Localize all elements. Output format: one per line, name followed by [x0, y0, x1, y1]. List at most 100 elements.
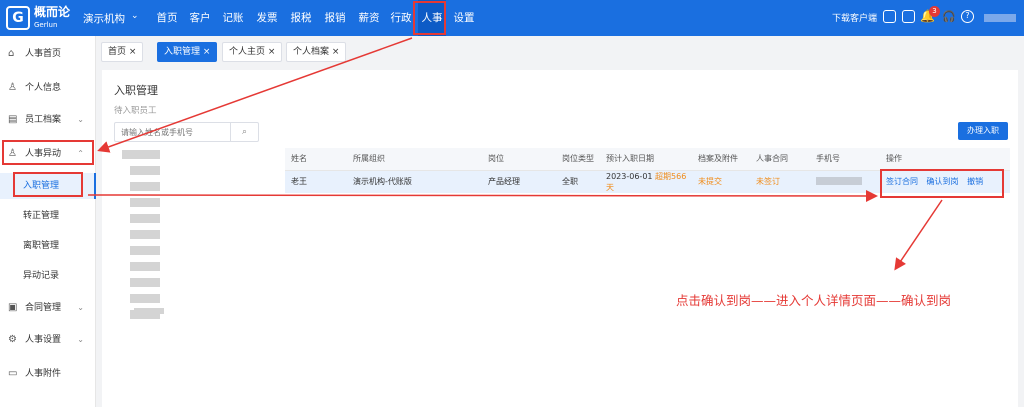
sidebar-item-contracts[interactable]: ▣ 合同管理 ⌄	[0, 295, 96, 321]
column-header: 人事合同	[750, 148, 810, 171]
column-header: 档案及附件	[692, 148, 750, 171]
notification-badge: 3	[929, 6, 940, 17]
nav-bookkeeping[interactable]: 记账	[218, 0, 248, 36]
scan-icon[interactable]	[883, 10, 896, 23]
cell-type: 全职	[556, 170, 600, 193]
top-navigation-bar: G 概而论 Gerlun 演示机构 ⌄ 首页 客户 记账 发票 报税 报销 薪资…	[0, 0, 1024, 36]
blurred-list-item[interactable]	[130, 262, 160, 271]
tab-label: 首页	[108, 47, 127, 57]
user-name-blurred[interactable]	[984, 14, 1016, 22]
blurred-list-item[interactable]	[130, 214, 160, 223]
home-icon: ⌂	[8, 48, 15, 59]
sidebar-item-label: 人事设置	[25, 335, 62, 345]
cell-archive: 未提交	[692, 170, 750, 193]
blurred-list-item[interactable]	[130, 198, 160, 207]
contract-icon: ▣	[8, 302, 18, 313]
sidebar-item-label: 人事附件	[25, 369, 62, 379]
brand-name-en: Gerlun	[34, 21, 58, 29]
tab-label: 个人档案	[293, 47, 330, 57]
tab-personal-home[interactable]: 个人主页 ×	[222, 42, 283, 62]
table-header: 姓名 所属组织 岗位 岗位类型 预计入职日期 档案及附件 人事合同 手机号 操作	[285, 148, 1010, 171]
tab-label: 个人主页	[229, 47, 266, 57]
blurred-list-item[interactable]	[130, 230, 160, 239]
sidebar-item-label: 个人信息	[25, 83, 62, 93]
highlight-box	[2, 140, 94, 165]
cell-contract: 未签订	[750, 170, 810, 193]
sidebar-item-attachments[interactable]: ▭ 人事附件	[0, 361, 96, 387]
cell-post: 产品经理	[482, 170, 556, 193]
headset-icon[interactable]: 🎧	[942, 10, 956, 23]
nav-customer[interactable]: 客户	[186, 0, 214, 36]
sidebar: ⌂ 人事首页 ♙ 个人信息 ▤ 员工档案 ⌄ ♙ 人事异动 ⌃ 入职管理 转正管理 离职管理…	[0, 36, 96, 407]
tab-onboarding[interactable]: 入职管理 ×	[157, 42, 218, 62]
organization-selector[interactable]: 演示机构	[83, 11, 125, 26]
tab-home[interactable]: 首页 ×	[101, 42, 144, 62]
sidebar-item-regularization[interactable]: 转正管理	[0, 203, 96, 229]
highlight-box	[880, 169, 1004, 198]
blurred-list-item[interactable]	[122, 150, 160, 159]
search-icon[interactable]: ⌕	[230, 123, 258, 141]
annotation-text: 点击确认到岗——进入个人详情页面——确认到岗	[676, 293, 952, 308]
nav-tax[interactable]: 报税	[286, 0, 316, 36]
sidebar-item-resignation[interactable]: 离职管理	[0, 233, 96, 259]
blurred-list-item[interactable]	[130, 294, 160, 303]
column-header: 姓名	[285, 148, 347, 171]
archive-icon: ▤	[8, 114, 18, 125]
blurred-list-item[interactable]	[130, 246, 160, 255]
highlight-box	[13, 172, 83, 197]
page-title: 入职管理	[114, 84, 158, 97]
nav-salary[interactable]: 薪资	[354, 0, 384, 36]
tab-personal-archive[interactable]: 个人档案 ×	[286, 42, 347, 62]
column-header: 所属组织	[347, 148, 482, 171]
phone-blurred	[816, 176, 862, 185]
cell-phone	[810, 170, 880, 193]
folder-icon: ▭	[8, 368, 18, 379]
date-value: 2023-06-01	[606, 171, 653, 181]
nav-home[interactable]: 首页	[150, 0, 184, 36]
column-header: 岗位	[482, 148, 556, 171]
column-header: 岗位类型	[556, 148, 600, 171]
nav-invoice[interactable]: 发票	[252, 0, 282, 36]
column-header: 手机号	[810, 148, 880, 171]
gear-icon: ⚙	[8, 334, 17, 345]
column-header: 操作	[880, 148, 1010, 171]
blurred-list-item[interactable]	[130, 166, 160, 175]
sidebar-item-label: 人事首页	[25, 49, 62, 59]
chevron-down-icon: ⌄	[77, 115, 84, 124]
chevron-down-icon: ⌄	[77, 303, 84, 312]
sidebar-item-employee-archive[interactable]: ▤ 员工档案 ⌄	[0, 107, 96, 133]
search-box: ⌕	[114, 122, 259, 142]
nav-admin[interactable]: 行政	[386, 0, 416, 36]
help-icon[interactable]: ?	[961, 10, 974, 23]
sidebar-item-label: 离职管理	[23, 241, 60, 251]
sidebar-item-change-records[interactable]: 异动记录	[0, 263, 96, 289]
blurred-list-item[interactable]	[134, 308, 164, 314]
blurred-list-item[interactable]	[130, 278, 160, 287]
nav-reimburse[interactable]: 报销	[320, 0, 350, 36]
handle-onboarding-button[interactable]: 办理入职	[958, 122, 1008, 140]
column-header: 预计入职日期	[600, 148, 692, 171]
main-card: 入职管理 待入职员工 ⌕ 办理入职 姓名 所属组织 岗位 岗位类型 预计入职日期…	[102, 70, 1018, 407]
sidebar-item-label: 异动记录	[23, 271, 60, 281]
sidebar-item-hr-home[interactable]: ⌂ 人事首页	[0, 41, 96, 67]
sidebar-item-label: 员工档案	[25, 115, 62, 125]
tab-label: 入职管理	[164, 47, 201, 57]
cell-name: 老王	[285, 170, 347, 193]
download-client-link[interactable]: 下载客户端	[832, 11, 877, 24]
cell-date: 2023-06-01 超期566天	[600, 170, 692, 193]
sidebar-item-hr-settings[interactable]: ⚙ 人事设置 ⌄	[0, 327, 96, 353]
search-input[interactable]	[115, 123, 230, 141]
cell-org: 演示机构-代账版	[347, 170, 482, 193]
chevron-down-icon[interactable]: ⌄	[131, 11, 139, 21]
sidebar-item-label: 合同管理	[25, 303, 62, 313]
nav-settings[interactable]: 设置	[450, 0, 478, 36]
user-icon: ♙	[8, 82, 17, 93]
blurred-list-item[interactable]	[130, 182, 160, 191]
section-label: 待入职员工	[114, 106, 157, 116]
checklist-icon[interactable]	[902, 10, 915, 23]
highlight-box	[413, 1, 446, 35]
sidebar-item-label: 转正管理	[23, 211, 60, 221]
logo-icon: G	[6, 6, 30, 30]
brand-name: 概而论	[34, 5, 71, 19]
sidebar-item-personal-info[interactable]: ♙ 个人信息	[0, 75, 96, 101]
